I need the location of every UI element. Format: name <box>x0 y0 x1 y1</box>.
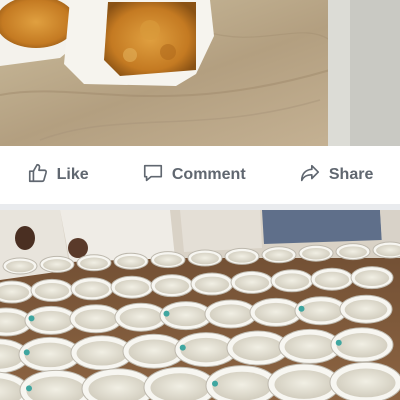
bowl <box>310 267 354 291</box>
like-button[interactable]: Like <box>17 156 99 195</box>
bowl <box>2 257 38 275</box>
bowl <box>267 363 341 400</box>
bowl <box>24 305 78 335</box>
bowl <box>372 241 400 259</box>
share-arrow-icon <box>299 162 321 189</box>
bowl <box>114 302 168 332</box>
bowl <box>159 301 213 331</box>
comment-bubble-icon <box>142 162 164 189</box>
bowl <box>113 252 149 270</box>
bowl <box>150 251 186 269</box>
bowl <box>230 270 274 294</box>
bowl <box>190 272 234 296</box>
food-containers-image <box>0 0 400 146</box>
bowl <box>224 247 260 265</box>
comment-label: Comment <box>171 166 246 183</box>
post-action-bar: Like Comment Share <box>0 146 400 205</box>
bowl <box>330 327 394 363</box>
bowl <box>205 365 279 400</box>
bowl <box>150 274 194 298</box>
share-label: Share <box>328 166 374 183</box>
thumbs-up-icon <box>27 162 49 189</box>
bowl <box>69 304 123 334</box>
bowl <box>298 244 334 262</box>
comment-button[interactable]: Comment <box>132 156 256 195</box>
bowl <box>249 297 303 327</box>
bowl <box>204 299 258 329</box>
bowl <box>329 361 400 400</box>
bowl <box>335 243 371 261</box>
bowl <box>187 249 223 267</box>
bowl <box>270 269 314 293</box>
bowl <box>76 254 112 272</box>
share-button[interactable]: Share <box>289 156 383 195</box>
bowl <box>70 277 114 301</box>
bowl <box>110 275 154 299</box>
like-label: Like <box>56 166 89 183</box>
bowl <box>39 255 75 273</box>
bowls-image <box>0 210 400 400</box>
bowl <box>261 246 297 264</box>
post-photo-top[interactable] <box>0 0 400 146</box>
bowl <box>30 278 74 302</box>
bowl <box>339 294 393 324</box>
post-photo-bottom[interactable] <box>0 210 400 400</box>
bowl <box>294 296 348 326</box>
bowl <box>350 266 394 290</box>
